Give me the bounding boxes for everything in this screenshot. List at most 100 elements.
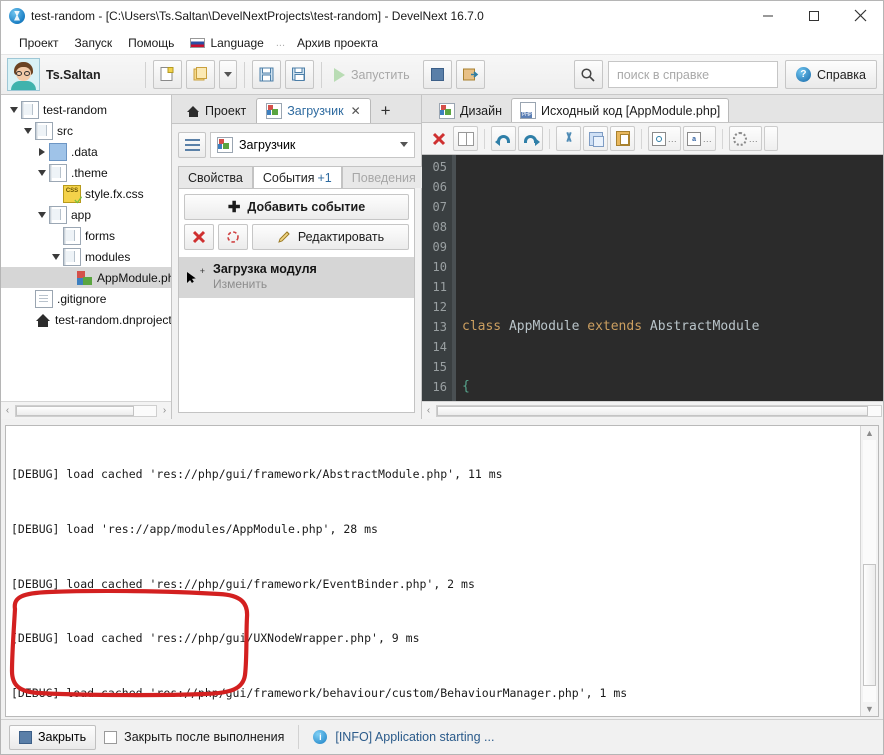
run-button[interactable]: Запустить: [327, 59, 421, 90]
chevron-down-icon[interactable]: [49, 253, 63, 260]
scroll-right-icon[interactable]: ›: [158, 405, 171, 416]
stop-button[interactable]: [422, 60, 452, 89]
undo-icon: [494, 132, 512, 146]
scroll-track[interactable]: [863, 440, 876, 702]
tree-node-label: test-random.dnproject: [55, 312, 171, 327]
code-editor[interactable]: 05 06 07 08 09 10 11 12 13 14 15 16 17: [422, 155, 883, 401]
tree-node-dnproject[interactable]: test-random.dnproject: [1, 309, 171, 330]
edit-event-button[interactable]: Редактировать: [252, 224, 409, 250]
checkbox-icon[interactable]: [104, 730, 118, 744]
close-console-button[interactable]: Закрыть: [9, 724, 97, 750]
scroll-left-icon[interactable]: ‹: [422, 405, 435, 416]
event-list-item[interactable]: Загрузка модуля Изменить: [179, 257, 414, 298]
close-after-execution-checkbox[interactable]: Закрыть после выполнения: [104, 730, 284, 744]
add-event-button[interactable]: ✚ Добавить событие: [184, 194, 409, 220]
tree-node-forms[interactable]: forms: [1, 225, 171, 246]
tree-node-data[interactable]: .data: [1, 141, 171, 162]
copy-button[interactable]: [583, 126, 608, 151]
add-tab-button[interactable]: +: [370, 98, 401, 123]
project-tree-hscrollbar[interactable]: ‹ ›: [1, 401, 171, 419]
build-button[interactable]: [455, 60, 485, 89]
tree-node-src[interactable]: src: [1, 120, 171, 141]
minimize-icon[interactable]: [745, 1, 791, 30]
chevron-down-icon[interactable]: [400, 142, 408, 147]
tree-node-style-css[interactable]: CSS style.fx.css: [1, 183, 171, 204]
refresh-event-button[interactable]: [218, 224, 248, 250]
redo-button[interactable]: [518, 126, 543, 151]
chevron-down-icon[interactable]: [35, 211, 49, 218]
code-hscrollbar[interactable]: ‹: [422, 401, 883, 419]
user-avatar[interactable]: [7, 58, 40, 91]
toolbar-divider: [244, 61, 245, 88]
tab-project[interactable]: Проект: [177, 98, 257, 123]
code-panel: Дизайн Исходный код [AppModule.php]: [422, 95, 883, 419]
help-circle-icon: ?: [795, 67, 811, 82]
console-lines: [DEBUG] load cached 'res://php/gui/frame…: [6, 426, 860, 716]
help-search-placeholder: поиск в справке: [616, 67, 710, 82]
delete-event-button[interactable]: [184, 224, 214, 250]
project-tree[interactable]: test-random src .data .theme CSS style.f…: [1, 95, 171, 401]
module-selector-row: Загрузчик: [172, 124, 421, 161]
tree-node-appmodule-php[interactable]: AppModule.php: [1, 267, 171, 288]
tree-node-theme[interactable]: .theme: [1, 162, 171, 183]
open-dropdown-button[interactable]: [219, 60, 237, 89]
close-icon[interactable]: [837, 1, 883, 30]
scroll-thumb[interactable]: [863, 564, 876, 686]
settings-button[interactable]: ...: [729, 126, 763, 151]
replace-button[interactable]: a...: [683, 126, 717, 151]
subtab-behaviours[interactable]: Поведения: [341, 166, 426, 188]
code-text[interactable]: class AppModule extends AbstractModule {…: [452, 155, 883, 401]
open-project-button[interactable]: [186, 60, 215, 89]
tab-zagruzchik[interactable]: Загрузчик ✕: [256, 98, 371, 123]
hamburger-icon[interactable]: [178, 131, 206, 158]
chevron-down-icon[interactable]: [35, 169, 49, 176]
scroll-thumb[interactable]: [16, 405, 134, 416]
tree-node-test-random[interactable]: test-random: [1, 99, 171, 120]
info-icon: i: [313, 730, 328, 744]
menu-item-run[interactable]: Запуск: [67, 34, 121, 52]
play-icon: [334, 67, 345, 82]
new-file-button[interactable]: [153, 60, 182, 89]
split-view-button[interactable]: [453, 126, 478, 151]
find-button[interactable]: ...: [648, 126, 682, 151]
menu-item-project[interactable]: Проект: [11, 34, 67, 52]
console-output[interactable]: [DEBUG] load cached 'res://php/gui/frame…: [5, 425, 879, 717]
save-button[interactable]: [252, 60, 281, 89]
cut-button[interactable]: [556, 126, 581, 151]
scroll-up-icon[interactable]: ▲: [865, 426, 874, 440]
save-all-button[interactable]: [285, 60, 314, 89]
scroll-down-icon[interactable]: ▼: [865, 702, 874, 716]
css-file-icon: CSS: [63, 184, 81, 203]
scroll-track[interactable]: [15, 404, 157, 417]
home-icon: [187, 105, 200, 118]
menu-item-help[interactable]: Помощь: [120, 34, 182, 52]
tree-node-app[interactable]: app: [1, 204, 171, 225]
scroll-track[interactable]: [436, 404, 882, 417]
tab-design[interactable]: Дизайн: [430, 98, 512, 122]
toolbar-overflow-button[interactable]: [764, 126, 779, 151]
close-red-x-button[interactable]: [426, 126, 451, 151]
menu-item-language[interactable]: Language: [182, 34, 271, 52]
console-vscrollbar[interactable]: ▲ ▼: [860, 426, 878, 716]
add-event-label: Добавить событие: [247, 200, 366, 214]
search-icon-button[interactable]: [573, 60, 603, 89]
help-button[interactable]: ? Справка: [784, 60, 877, 89]
chevron-right-icon[interactable]: [35, 147, 49, 156]
undo-button[interactable]: [491, 126, 516, 151]
close-icon[interactable]: ✕: [351, 104, 361, 118]
paste-button[interactable]: [610, 126, 635, 151]
maximize-icon[interactable]: [791, 1, 837, 30]
chevron-down-icon[interactable]: [7, 106, 21, 113]
subtab-properties[interactable]: Свойства: [178, 166, 253, 188]
scroll-left-icon[interactable]: ‹: [1, 405, 14, 416]
subtab-events[interactable]: События +1: [252, 166, 342, 188]
menu-item-project-archive[interactable]: Архив проекта: [289, 34, 386, 52]
tree-node-gitignore[interactable]: .gitignore: [1, 288, 171, 309]
scroll-thumb[interactable]: [437, 405, 868, 416]
tree-node-modules[interactable]: modules: [1, 246, 171, 267]
tab-source-code[interactable]: Исходный код [AppModule.php]: [511, 98, 730, 122]
module-selector[interactable]: Загрузчик: [210, 131, 415, 158]
chevron-down-icon[interactable]: [21, 127, 35, 134]
help-search-input[interactable]: поиск в справке: [607, 61, 778, 88]
